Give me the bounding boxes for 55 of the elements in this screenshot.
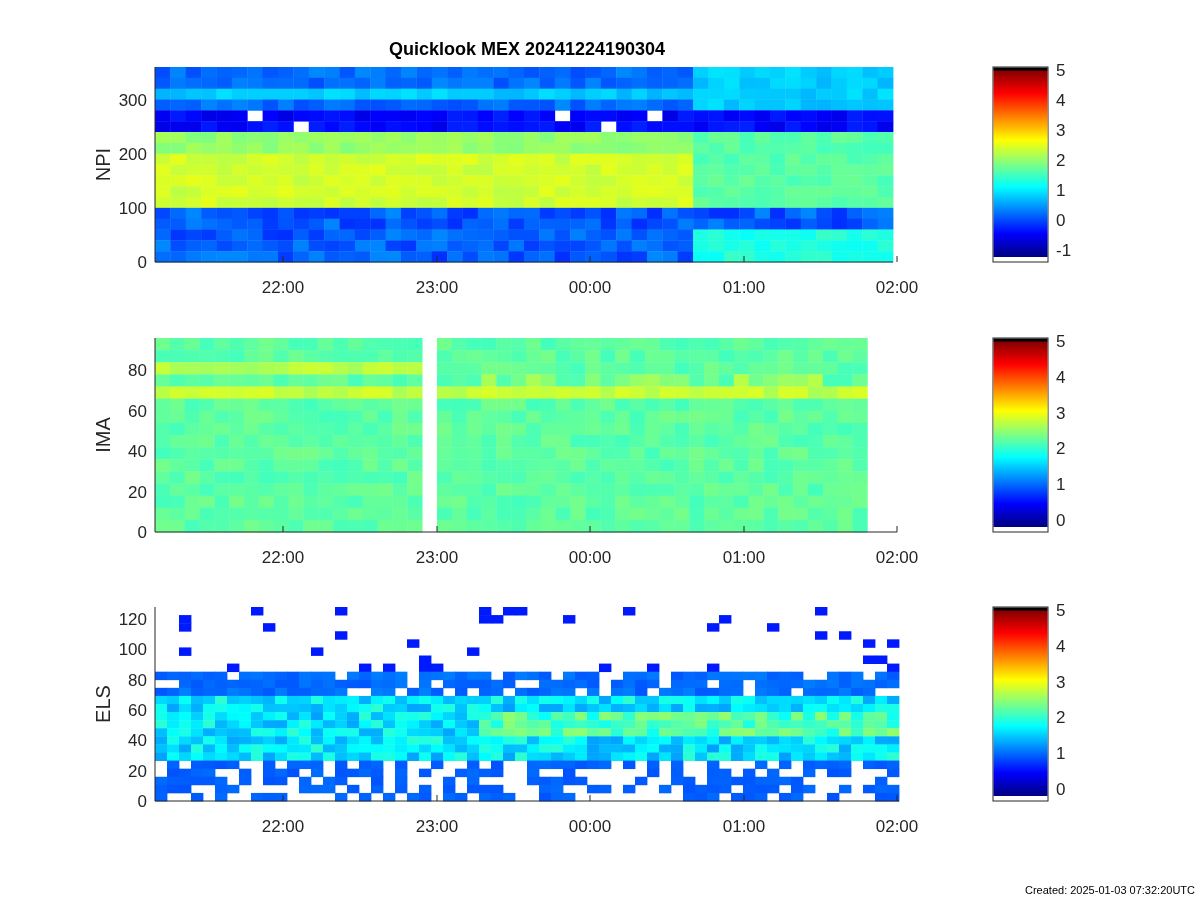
axis-label: NPI bbox=[92, 147, 114, 182]
tick-label: 23:00 bbox=[415, 548, 459, 567]
tick-label: 23:00 bbox=[415, 278, 459, 297]
tick-label: 1 bbox=[1056, 744, 1066, 764]
tick-label: 60 bbox=[128, 701, 147, 721]
tick-label: 0 bbox=[137, 253, 147, 272]
tick-label: 22:00 bbox=[261, 548, 305, 567]
tick-label: 0 bbox=[1056, 511, 1066, 530]
tick-label: 80 bbox=[128, 670, 147, 690]
tick-label: 120 bbox=[118, 610, 147, 630]
tick-label: 3 bbox=[1056, 403, 1066, 423]
tick-label: 22:00 bbox=[261, 817, 305, 836]
tick-label: 100 bbox=[118, 640, 147, 660]
tick-label: 40 bbox=[128, 731, 147, 751]
tick-label: 01:00 bbox=[722, 548, 766, 567]
tick-label: 01:00 bbox=[722, 278, 766, 297]
tick-label: 1 bbox=[1056, 475, 1066, 495]
figure-title: Quicklook MEX 20241224190304 bbox=[388, 39, 666, 59]
tick-label: 20 bbox=[128, 761, 147, 781]
tick-label: 02:00 bbox=[875, 817, 919, 836]
tick-label: -1 bbox=[1056, 241, 1072, 260]
tick-label: 0 bbox=[137, 792, 147, 811]
tick-label: 80 bbox=[128, 361, 147, 381]
tick-label: 02:00 bbox=[875, 548, 919, 567]
tick-label: 3 bbox=[1056, 121, 1066, 140]
tick-label: 300 bbox=[118, 90, 147, 110]
tick-label: 1 bbox=[1056, 181, 1066, 200]
tick-label: 5 bbox=[1056, 601, 1066, 620]
tick-label: 4 bbox=[1056, 367, 1066, 387]
tick-label: 60 bbox=[128, 401, 147, 421]
tick-label: 4 bbox=[1056, 91, 1066, 110]
tick-label: 02:00 bbox=[875, 278, 919, 297]
tick-label: 2 bbox=[1056, 439, 1066, 459]
axis-label: ELS bbox=[92, 685, 114, 723]
tick-label: 00:00 bbox=[568, 278, 612, 297]
tick-label: 40 bbox=[128, 442, 147, 462]
tick-label: 2 bbox=[1056, 151, 1066, 170]
tick-label: 100 bbox=[118, 198, 147, 218]
axis-label: IMA bbox=[92, 417, 114, 453]
tick-label: 00:00 bbox=[568, 817, 612, 836]
tick-label: 4 bbox=[1056, 636, 1066, 656]
tick-label: 20 bbox=[128, 482, 147, 502]
tick-label: 5 bbox=[1056, 332, 1066, 351]
tick-label: 0 bbox=[1056, 780, 1066, 799]
tick-label: 5 bbox=[1056, 61, 1066, 80]
tick-label: 00:00 bbox=[568, 548, 612, 567]
tick-label: 3 bbox=[1056, 672, 1066, 692]
tick-label: 0 bbox=[1056, 211, 1066, 230]
tick-label: 01:00 bbox=[722, 817, 766, 836]
tick-label: 23:00 bbox=[415, 817, 459, 836]
tick-label: 0 bbox=[137, 523, 147, 542]
footer-text: Created: 2025-01-03 07:32:20UTC bbox=[1025, 884, 1195, 896]
tick-label: 200 bbox=[118, 144, 147, 164]
tick-label: 22:00 bbox=[261, 278, 305, 297]
tick-label: 2 bbox=[1056, 708, 1066, 728]
